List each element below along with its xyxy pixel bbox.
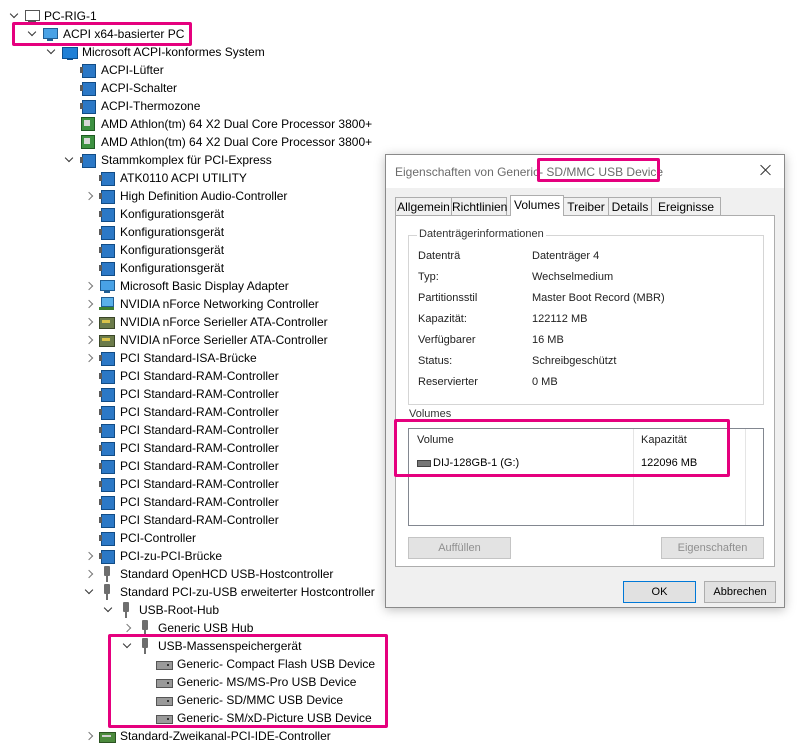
- storage-controller-icon: [99, 314, 115, 330]
- chevron-right-icon[interactable]: [85, 565, 97, 583]
- device-icon: [99, 458, 115, 474]
- device-icon: [99, 188, 115, 204]
- property-label: Verfügbarer: [418, 334, 476, 346]
- property-value: Master Boot Record (MBR): [532, 292, 665, 304]
- usb-icon: [118, 602, 134, 618]
- volumes-label: Volumes: [409, 408, 452, 420]
- volumes-list[interactable]: Volume Kapazität DIJ-128GB-1 (G:) 122096…: [408, 428, 764, 526]
- network-adapter-icon: [99, 296, 115, 312]
- chevron-right-icon[interactable]: [85, 547, 97, 565]
- device-icon: [99, 494, 115, 510]
- property-value: 16 MB: [532, 334, 564, 346]
- system-icon: [62, 44, 78, 60]
- tab-allgemein[interactable]: Allgemein: [395, 197, 452, 215]
- column-divider[interactable]: [633, 429, 634, 525]
- chevron-down-icon[interactable]: [103, 601, 115, 619]
- properties-dialog: Eigenschaften von Generic- SD/MMC USB De…: [385, 154, 785, 608]
- property-label: Partitionsstil: [418, 292, 478, 304]
- device-icon: [99, 548, 115, 564]
- device-icon: [99, 260, 115, 276]
- chevron-right-icon[interactable]: [85, 277, 97, 295]
- property-label: Kapazität:: [418, 313, 467, 325]
- device-icon: [99, 476, 115, 492]
- property-value: Datenträger 4: [532, 250, 600, 262]
- chevron-down-icon[interactable]: [9, 7, 21, 25]
- group-title: Datenträgerinformationen: [417, 228, 546, 240]
- device-icon: [99, 530, 115, 546]
- ok-button[interactable]: OK: [623, 581, 696, 603]
- tab-ereignisse[interactable]: Ereignisse: [651, 197, 721, 215]
- chevron-right-icon[interactable]: [85, 187, 97, 205]
- tab-volumes[interactable]: Volumes: [510, 195, 564, 216]
- column-divider[interactable]: [745, 429, 746, 525]
- tab-panel-volumes: Datenträgerinformationen Datenträ Datent…: [395, 215, 775, 567]
- device-icon: [99, 350, 115, 366]
- properties-button[interactable]: Eigenschaften: [661, 537, 764, 559]
- device-icon: [80, 62, 96, 78]
- dialog-titlebar[interactable]: Eigenschaften von Generic- SD/MMC USB De…: [386, 155, 784, 188]
- volume-row[interactable]: DIJ-128GB-1 (G:) 122096 MB: [409, 455, 763, 471]
- volume-capacity: 122096 MB: [641, 457, 698, 469]
- drive-icon: [156, 674, 173, 690]
- device-icon: [99, 170, 115, 186]
- drive-icon: [156, 710, 173, 726]
- dialog-title: Eigenschaften von Generic- SD/MMC USB De…: [395, 165, 664, 179]
- chevron-right-icon[interactable]: [85, 295, 97, 313]
- chevron-down-icon[interactable]: [84, 583, 96, 601]
- chevron-down-icon[interactable]: [64, 151, 76, 169]
- storage-controller-icon: [99, 332, 115, 348]
- property-label: Typ:: [418, 271, 439, 283]
- device-icon: [80, 80, 96, 96]
- display-adapter-icon: [99, 278, 115, 294]
- drive-icon: [156, 656, 173, 672]
- property-value: 122112 MB: [532, 313, 588, 325]
- column-header-capacity[interactable]: Kapazität: [641, 429, 687, 451]
- device-icon: [80, 152, 96, 168]
- chevron-right-icon[interactable]: [85, 313, 97, 331]
- processor-icon: [80, 134, 96, 150]
- chevron-down-icon[interactable]: [46, 43, 58, 61]
- device-icon: [99, 512, 115, 528]
- property-value: 0 MB: [532, 376, 558, 388]
- drive-icon: [156, 692, 173, 708]
- close-icon[interactable]: [756, 161, 776, 181]
- property-label: Reservierter: [418, 376, 478, 388]
- device-icon: [99, 368, 115, 384]
- chevron-right-icon[interactable]: [85, 331, 97, 349]
- computer-icon: [24, 9, 40, 25]
- property-value: Schreibgeschützt: [532, 355, 617, 367]
- cancel-button[interactable]: Abbrechen: [704, 581, 776, 603]
- device-icon: [99, 422, 115, 438]
- tab-richtlinien[interactable]: Richtlinien: [451, 197, 507, 215]
- chevron-right-icon[interactable]: [85, 727, 97, 745]
- tab-details[interactable]: Details: [608, 197, 652, 215]
- device-icon: [99, 242, 115, 258]
- column-header-volume[interactable]: Volume: [417, 429, 454, 451]
- device-icon: [99, 440, 115, 456]
- chevron-right-icon[interactable]: [123, 619, 135, 637]
- property-label: Status:: [418, 355, 453, 367]
- volume-name: DIJ-128GB-1 (G:): [433, 457, 520, 469]
- drive-icon: [417, 460, 431, 467]
- device-icon: [99, 404, 115, 420]
- computer-icon: [42, 26, 58, 42]
- chevron-right-icon[interactable]: [85, 349, 97, 367]
- device-icon: [80, 98, 96, 114]
- populate-button[interactable]: Auffüllen: [408, 537, 511, 559]
- property-value: Wechselmedium: [532, 271, 614, 283]
- device-icon: [99, 224, 115, 240]
- property-label: Datenträ: [418, 250, 461, 262]
- chevron-down-icon[interactable]: [27, 25, 39, 43]
- tab-treiber[interactable]: Treiber: [563, 197, 609, 215]
- usb-icon: [99, 566, 115, 582]
- chevron-down-icon[interactable]: [122, 637, 134, 655]
- usb-icon: [99, 584, 115, 600]
- usb-icon: [137, 620, 153, 636]
- device-icon: [99, 206, 115, 222]
- processor-icon: [80, 116, 96, 132]
- usb-icon: [137, 638, 153, 654]
- ide-controller-icon: [99, 728, 116, 744]
- device-icon: [99, 386, 115, 402]
